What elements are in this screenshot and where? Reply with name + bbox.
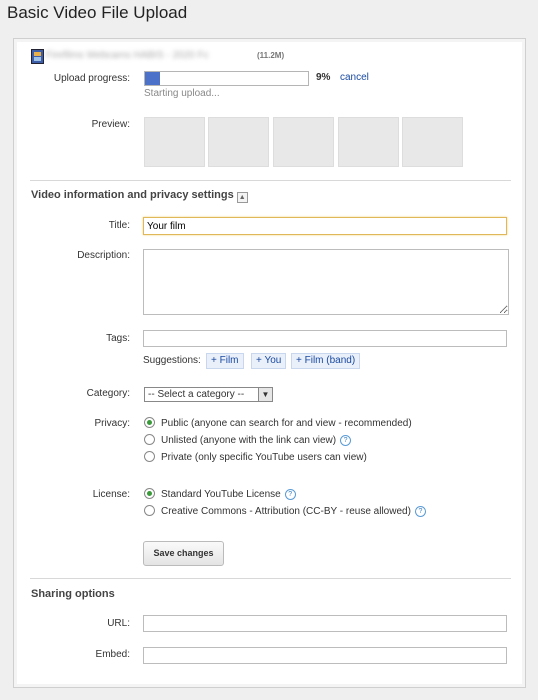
url-field[interactable] [143, 615, 507, 632]
tags-input[interactable] [143, 330, 507, 347]
category-label: Category: [86, 388, 130, 399]
help-icon[interactable]: ? [414, 506, 426, 517]
privacy-option-public[interactable]: Public (anyone can search for and view -… [144, 417, 412, 429]
description-textarea[interactable] [143, 249, 509, 315]
video-info-heading-text: Video information and privacy settings [31, 189, 234, 201]
privacy-option-label: Unlisted (anyone with the link can view) [161, 435, 337, 446]
radio-button[interactable] [144, 488, 155, 499]
radio-button[interactable] [144, 417, 155, 428]
video-file-icon [31, 49, 44, 64]
save-changes-button[interactable]: Save changes [143, 541, 224, 566]
license-option-label: Creative Commons - Attribution (CC-BY - … [161, 506, 411, 517]
upload-panel: Firefilms Webcams HABIS - 2020 Fc (11.2M… [13, 38, 526, 688]
description-label: Description: [77, 250, 130, 261]
section-divider [30, 180, 511, 181]
preview-thumbnail [402, 117, 463, 167]
category-select[interactable]: -- Select a category -- ▼ [144, 387, 273, 402]
radio-button[interactable] [144, 451, 155, 462]
file-name: Firefilms Webcams HABIS - 2020 Fc [46, 50, 209, 61]
cancel-upload-link[interactable]: cancel [340, 72, 369, 83]
title-input[interactable] [143, 217, 507, 235]
preview-thumbnail [208, 117, 269, 167]
upload-progress-fill [145, 72, 160, 85]
upload-progress-percent: 9% [316, 72, 331, 83]
radio-button[interactable] [144, 434, 155, 445]
license-label: License: [92, 489, 130, 500]
embed-label: Embed: [95, 649, 130, 660]
chevron-down-icon: ▼ [258, 388, 272, 401]
tag-suggestion[interactable]: + Film (band) [291, 353, 361, 369]
help-icon[interactable]: ? [340, 435, 352, 446]
collapse-section-icon[interactable]: ▲ [236, 192, 248, 203]
upload-progress-bar [144, 71, 309, 86]
preview-thumbnail [338, 117, 399, 167]
help-icon[interactable]: ? [284, 489, 296, 500]
upload-status: Starting upload... [144, 88, 220, 99]
license-option-label: Standard YouTube License [161, 489, 281, 500]
privacy-option-label: Public (anyone can search for and view -… [161, 418, 412, 429]
embed-field[interactable] [143, 647, 507, 664]
file-size-value: 11.2M [259, 51, 282, 60]
privacy-option-unlisted[interactable]: Unlisted (anyone with the link can view)… [144, 434, 352, 446]
privacy-label: Privacy: [94, 418, 130, 429]
page-title: Basic Video File Upload [7, 3, 188, 22]
preview-thumbnail [273, 117, 334, 167]
section-divider [30, 578, 511, 579]
privacy-option-private[interactable]: Private (only specific YouTube users can… [144, 451, 367, 463]
tag-suggestion[interactable]: + You [251, 353, 287, 369]
sharing-options-heading: Sharing options [31, 588, 115, 600]
preview-label: Preview: [91, 119, 130, 130]
license-option-standard[interactable]: Standard YouTube License? [144, 488, 296, 500]
tag-suggestion[interactable]: + Film [206, 353, 244, 369]
category-selected-value: -- Select a category -- [148, 389, 245, 400]
url-label: URL: [107, 618, 130, 629]
suggestions-label: Suggestions: [143, 355, 201, 366]
license-option-creative-commons[interactable]: Creative Commons - Attribution (CC-BY - … [144, 505, 426, 517]
video-info-heading: Video information and privacy settings ▲ [31, 189, 248, 203]
upload-progress-label: Upload progress: [53, 73, 130, 84]
tags-label: Tags: [106, 333, 130, 344]
file-size: (11.2M) [257, 51, 285, 60]
title-label: Title: [108, 220, 130, 231]
radio-button[interactable] [144, 505, 155, 516]
preview-thumbnail [144, 117, 205, 167]
privacy-option-label: Private (only specific YouTube users can… [161, 452, 367, 463]
